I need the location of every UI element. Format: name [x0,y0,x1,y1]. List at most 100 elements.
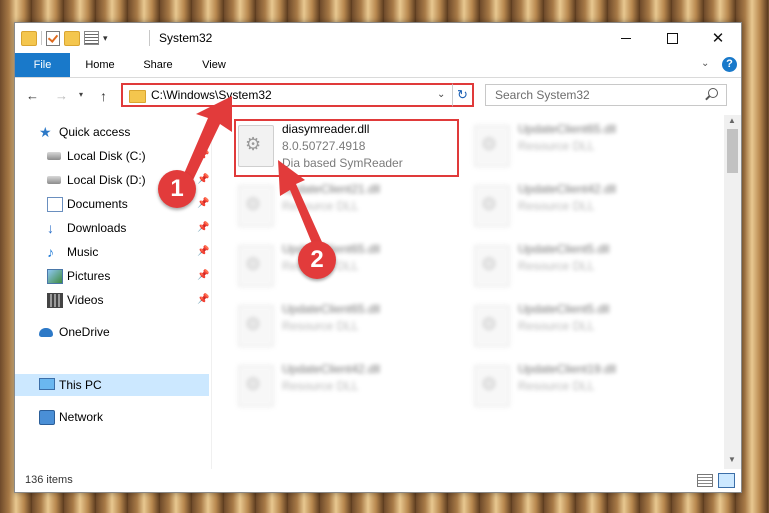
item-count: 136 items [25,474,73,486]
sidebar-item-label: This PC [59,378,102,392]
file-item[interactable]: UpdateClient19.dll Resource DLL [470,359,695,413]
file-item[interactable]: UpdateClient65.dll Resource DLL [234,299,459,353]
tiles-view-icon[interactable] [718,473,735,488]
file-type: Resource DLL [518,199,595,213]
callout-badge-1: 1 [158,170,196,208]
file-item[interactable]: UpdateClient65.dll Resource DLL [234,239,459,293]
sidebar-item-this-pc[interactable]: This PC [39,374,209,396]
details-view-icon[interactable] [697,474,713,487]
pin-icon[interactable]: 📌 [197,265,209,287]
address-dropdown-chevron-icon[interactable]: ⌄ [437,89,445,100]
vertical-scrollbar[interactable]: ▲ ▼ [724,115,741,469]
sidebar-item-label: Downloads [67,221,127,235]
dll-file-icon [474,245,510,287]
sidebar-item-label: Local Disk (D:) [67,173,146,187]
pin-icon[interactable]: 📌 [197,169,209,191]
file-item[interactable]: UpdateClient65.dll Resource DLL [470,119,695,173]
downloads-icon: ↓ [47,220,54,236]
network-icon [39,410,55,425]
scroll-down-arrow-icon[interactable]: ▼ [728,455,736,464]
file-type: Resource DLL [518,139,595,153]
sidebar-item-label: Documents [67,197,128,211]
dll-file-icon [474,185,510,227]
file-name: UpdateClient5.dll [518,302,610,316]
file-item[interactable]: UpdateClient21.dll Resource DLL [234,179,459,233]
file-name: UpdateClient21.dll [282,182,381,196]
tab-file[interactable]: File [15,53,70,77]
file-item[interactable]: UpdateClient5.dll Resource DLL [470,239,695,293]
sidebar-item-downloads[interactable]: ↓ Downloads 📌 [47,217,209,239]
pin-icon[interactable]: 📌 [197,145,209,167]
file-type: Resource DLL [518,259,595,273]
maximize-button[interactable] [649,23,695,53]
sidebar-item-label: Pictures [67,269,111,283]
navigation-bar: ← → ▾ ↑ C:\Windows\System32 ⌄ ↻ Search S… [15,78,741,114]
back-arrow-icon[interactable]: ← [26,88,39,103]
callout-badge-2: 2 [298,241,336,279]
file-item[interactable]: UpdateClient42.dll Resource DLL [470,179,695,233]
tab-home[interactable]: Home [83,53,117,77]
pane-divider[interactable] [211,115,212,469]
sidebar-item-onedrive[interactable]: OneDrive [39,321,209,343]
computer-icon [39,378,55,390]
dll-file-icon [238,245,274,287]
sidebar-item-quick-access[interactable]: ★ Quick access [39,121,209,143]
new-folder-icon[interactable] [64,30,80,46]
drive-icon [47,176,61,184]
refresh-button[interactable]: ↻ [452,83,474,107]
file-name: UpdateClient65.dll [282,302,381,316]
file-name: UpdateClient19.dll [518,362,617,376]
customize-toolbar-chevron-icon[interactable]: ▾ [103,33,108,44]
tab-share[interactable]: Share [138,53,178,77]
minimize-button[interactable] [603,23,649,53]
forward-arrow-icon[interactable]: → [55,88,68,103]
help-icon[interactable]: ? [722,57,737,72]
drive-icon [47,152,61,160]
toolbar-separator [41,31,42,45]
expand-ribbon-chevron-icon[interactable]: ⌄ [701,58,709,69]
properties-check-icon[interactable] [46,30,60,46]
pin-icon[interactable]: 📌 [197,289,209,311]
sidebar-item-pictures[interactable]: Pictures 📌 [47,265,209,287]
sidebar-item-videos[interactable]: Videos 📌 [47,289,209,311]
file-name: UpdateClient42.dll [282,362,381,376]
address-path[interactable]: C:\Windows\System32 [151,88,272,102]
dll-file-icon [238,185,274,227]
sidebar-item-music[interactable]: ♪ Music 📌 [47,241,209,263]
music-icon: ♪ [47,244,54,260]
address-bar[interactable]: C:\Windows\System32 ⌄ [121,83,474,107]
recent-locations-chevron-icon[interactable]: ▾ [79,90,83,99]
search-input[interactable]: Search System32 [485,84,727,106]
documents-icon [47,197,63,212]
tab-view[interactable]: View [199,53,229,77]
pictures-icon [47,269,63,284]
dll-file-icon [474,125,510,167]
search-icon[interactable] [708,88,718,98]
pin-icon[interactable]: 📌 [197,241,209,263]
pin-icon[interactable]: 📌 [197,217,209,239]
window-title: System32 [159,31,213,45]
sidebar-item-network[interactable]: Network [39,406,209,428]
close-icon: ✕ [711,29,725,47]
dll-file-icon [474,365,510,407]
sidebar-item-label: OneDrive [59,325,110,339]
dll-file-icon [474,305,510,347]
scrollbar-thumb[interactable] [727,129,738,173]
dll-file-icon [238,365,274,407]
star-icon: ★ [39,124,52,140]
file-item[interactable]: UpdateClient42.dll Resource DLL [234,359,459,413]
onedrive-cloud-icon [39,328,53,337]
up-arrow-icon[interactable]: ↑ [100,88,107,104]
maximize-icon [666,32,678,44]
scroll-up-arrow-icon[interactable]: ▲ [728,116,736,125]
sidebar-item-label: Local Disk (C:) [67,149,146,163]
close-button[interactable]: ✕ [695,23,741,53]
pin-icon[interactable]: 📌 [197,193,209,215]
sidebar-item-local-disk-c[interactable]: Local Disk (C:) 📌 [47,145,209,167]
address-folder-icon [129,90,146,103]
explorer-window: ▾ System32 ✕ File Home Share View ⌄ ? ← … [14,22,742,493]
properties-icon[interactable] [84,31,99,45]
status-bar: 136 items [15,469,741,491]
highlight-box-file [234,119,459,177]
file-item[interactable]: UpdateClient5.dll Resource DLL [470,299,695,353]
